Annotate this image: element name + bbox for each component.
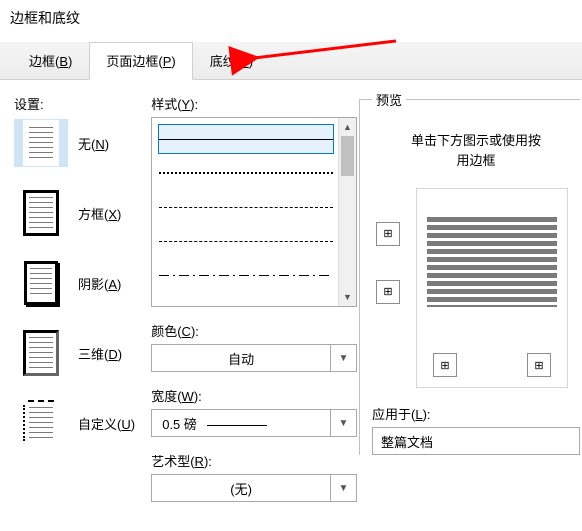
setting-none[interactable]: 无(N) <box>14 119 151 167</box>
setting-box-icon <box>14 189 68 237</box>
preview-page[interactable]: ⊞ ⊞ <box>416 188 568 388</box>
style-option-dotted[interactable] <box>158 158 334 188</box>
setting-3d-label: 三维(D) <box>78 344 122 363</box>
setting-custom-label: 自定义(U) <box>78 414 135 433</box>
style-label: 样式(Y): <box>151 94 357 113</box>
border-right-toggle[interactable]: ⊞ <box>527 353 551 377</box>
setting-shadow[interactable]: 阴影(A) <box>14 259 151 307</box>
style-option-dashdot[interactable] <box>158 260 334 290</box>
apply-value: 整篇文档 <box>373 432 579 451</box>
setting-none-icon <box>14 119 68 167</box>
apply-label: 应用于(L): <box>372 404 580 423</box>
style-list[interactable]: ▲ ▼ <box>151 117 357 307</box>
setting-shadow-label: 阴影(A) <box>78 274 121 293</box>
preview-paragraph <box>427 217 557 307</box>
scroll-up-icon[interactable]: ▲ <box>339 118 356 136</box>
width-sample-line <box>207 425 267 426</box>
setting-3d[interactable]: 三维(D) <box>14 329 151 377</box>
width-label: 宽度(W): <box>151 386 357 405</box>
setting-box[interactable]: 方框(X) <box>14 189 151 237</box>
border-left-toggle[interactable]: ⊞ <box>433 353 457 377</box>
color-label: 颜色(C): <box>151 321 357 340</box>
color-value: 自动 <box>152 349 330 368</box>
setting-box-label: 方框(X) <box>78 204 121 223</box>
width-select[interactable]: 0.5 磅 ▼ <box>151 409 357 437</box>
tab-border[interactable]: 边框(B) <box>12 42 89 79</box>
setting-custom-icon <box>14 399 68 447</box>
chevron-down-icon[interactable]: ▼ <box>330 475 356 501</box>
chevron-down-icon[interactable]: ▼ <box>330 410 356 436</box>
scroll-down-icon[interactable]: ▼ <box>339 288 356 306</box>
tab-shading[interactable]: 底纹(S) <box>193 42 270 79</box>
setting-custom[interactable]: 自定义(U) <box>14 399 151 447</box>
art-value: (无) <box>152 479 330 498</box>
color-select[interactable]: 自动 ▼ <box>151 344 357 372</box>
settings-label: 设置: <box>14 94 151 113</box>
preview-group: 预览 单击下方图示或使用按 用边框 ⊞ ⊞ ⊞ ⊞ 应用于(L): <box>359 90 580 455</box>
setting-none-label: 无(N) <box>78 134 109 153</box>
style-option-solid[interactable] <box>158 124 334 154</box>
art-select[interactable]: (无) ▼ <box>151 474 357 502</box>
dialog-title: 边框和底纹 <box>0 0 582 42</box>
tab-bar: 边框(B) 页面边框(P) 底纹(S) <box>0 42 582 80</box>
preview-hint: 单击下方图示或使用按 用边框 <box>372 131 580 170</box>
width-value: 0.5 磅 <box>152 414 330 433</box>
border-top-toggle[interactable]: ⊞ <box>376 222 400 246</box>
style-scrollbar[interactable]: ▲ ▼ <box>338 118 356 306</box>
style-option-dashed-fine[interactable] <box>158 192 334 222</box>
tab-page-border[interactable]: 页面边框(P) <box>89 42 192 80</box>
setting-3d-icon <box>14 329 68 377</box>
scroll-thumb[interactable] <box>341 136 354 176</box>
art-label: 艺术型(R): <box>151 451 357 470</box>
apply-select[interactable]: 整篇文档 <box>372 427 580 455</box>
setting-shadow-icon <box>14 259 68 307</box>
style-option-dashed[interactable] <box>158 226 334 256</box>
preview-legend: 预览 <box>372 90 406 109</box>
chevron-down-icon[interactable]: ▼ <box>330 345 356 371</box>
border-bottom-toggle[interactable]: ⊞ <box>376 280 400 304</box>
